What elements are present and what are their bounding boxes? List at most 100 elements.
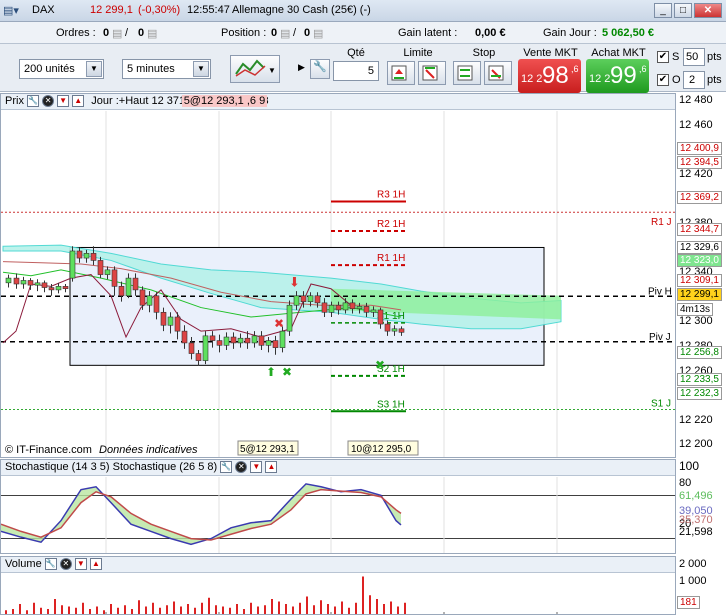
orders-icon-2[interactable]: ▤ bbox=[147, 27, 157, 40]
maximize-button[interactable]: □ bbox=[674, 3, 692, 18]
chart-type-button[interactable]: ▼ bbox=[230, 55, 280, 83]
stochastic-panel[interactable]: Stochastique (14 3 5) Stochastique (26 5… bbox=[0, 459, 676, 554]
interval-select[interactable]: 5 minutes ▼ bbox=[122, 59, 211, 79]
candle-body bbox=[139, 289, 146, 306]
candle-body bbox=[5, 277, 12, 284]
stop-label: Stop bbox=[472, 47, 496, 59]
volume-bar bbox=[348, 607, 350, 614]
volume-bar bbox=[124, 605, 126, 614]
price-chart-canvas[interactable]: R3 1HR2 1HR1 1HS1 1HS2 1HS3 1HR1 JPiv HP… bbox=[1, 111, 675, 457]
candle-body bbox=[27, 280, 34, 286]
buy-price-main: 99 bbox=[610, 62, 637, 89]
minimize-button[interactable]: _ bbox=[654, 3, 672, 18]
chevron-down-icon: ▼ bbox=[86, 61, 102, 77]
volume-bar bbox=[264, 605, 266, 614]
wrench-icon[interactable]: 🔧 bbox=[44, 558, 57, 571]
candle-body bbox=[272, 340, 279, 348]
candle-body bbox=[104, 269, 111, 275]
price-tick: 12 200 bbox=[679, 438, 713, 451]
price-tick: 12 480 bbox=[679, 94, 713, 106]
volume-bar bbox=[19, 604, 21, 614]
chart-footer: © IT-Finance.com Données indicatives bbox=[5, 444, 197, 456]
wrench-icon[interactable]: 🔧 bbox=[27, 95, 40, 108]
stoch-k-line bbox=[1, 483, 402, 546]
volume-tick: 2 000 bbox=[679, 558, 707, 570]
volume-bar bbox=[292, 606, 294, 614]
volume-tick: 1 000 bbox=[679, 575, 707, 587]
chart-type-icon: ▼ bbox=[235, 59, 276, 77]
trading-toolbar: 200 unités ▼ 5 minutes ▼ ▼ ▶ 🔧 Qté 5 Limit… bbox=[0, 44, 726, 93]
candle-body bbox=[293, 295, 300, 306]
volume-bar bbox=[33, 602, 35, 614]
volume-bar bbox=[194, 607, 196, 614]
orders-icon[interactable]: ▤ bbox=[112, 27, 122, 40]
buy-label: Achat MKT bbox=[591, 47, 646, 59]
candle-body bbox=[223, 336, 230, 346]
orders-value: 0 bbox=[103, 27, 110, 39]
volume-bar bbox=[404, 602, 406, 614]
sell-price-main: 98 bbox=[542, 62, 569, 89]
candle-body bbox=[356, 306, 363, 310]
volume-bar bbox=[306, 596, 308, 614]
offset-pts-label: pts bbox=[707, 74, 722, 86]
volume-bar bbox=[257, 606, 259, 614]
candle-body bbox=[209, 335, 216, 341]
candle-body bbox=[342, 302, 349, 311]
stop-checkbox[interactable]: ✔ bbox=[657, 51, 669, 63]
buy-price-prefix: 12 2 bbox=[589, 73, 611, 85]
price-chart-legend-overlay: 5@12 293,1 ,6 9 bbox=[181, 95, 268, 107]
limit-buy-button[interactable] bbox=[387, 61, 415, 85]
stop-buy-button[interactable] bbox=[453, 61, 481, 85]
wrench-icon[interactable]: 🔧 bbox=[220, 461, 233, 474]
stoch-tick: 80 bbox=[679, 477, 692, 489]
move-up-icon[interactable]: ▲ bbox=[265, 461, 278, 474]
candle-body bbox=[363, 306, 370, 313]
move-up-icon[interactable]: ▲ bbox=[89, 558, 102, 571]
move-down-icon[interactable]: ▼ bbox=[74, 558, 87, 571]
volume-bar bbox=[110, 604, 112, 614]
limit-label: Limite bbox=[403, 47, 433, 59]
offset-input[interactable]: 2 bbox=[683, 71, 705, 89]
close-icon[interactable]: ✕ bbox=[42, 95, 55, 108]
volume-bar bbox=[89, 609, 91, 614]
volume-panel[interactable]: Volume 🔧 ✕ ▼ ▲ bbox=[0, 556, 676, 615]
r1-day-label: R1 J bbox=[651, 217, 672, 228]
stop-sell-button[interactable] bbox=[484, 61, 512, 85]
move-up-icon[interactable]: ▲ bbox=[72, 95, 85, 108]
settings-button[interactable]: 🔧 bbox=[310, 59, 330, 79]
volume-bar bbox=[215, 605, 217, 614]
stop-sell-icon bbox=[488, 65, 504, 81]
close-icon[interactable]: ✕ bbox=[59, 558, 72, 571]
position-icon[interactable]: ▤ bbox=[280, 27, 290, 40]
move-down-icon[interactable]: ▼ bbox=[57, 95, 70, 108]
candle-body bbox=[258, 335, 265, 346]
volume-bar bbox=[313, 605, 315, 614]
offset-checkbox[interactable]: ✔ bbox=[657, 74, 669, 86]
close-icon[interactable]: ✕ bbox=[235, 461, 248, 474]
candle-body bbox=[398, 328, 405, 333]
buy-mkt-button[interactable]: 12 2 99 ,6 bbox=[586, 59, 649, 93]
menu-icon[interactable]: ▤▾ bbox=[3, 4, 19, 17]
qty-input[interactable]: 5 bbox=[333, 61, 379, 81]
price-axis-label: 12 344,7 bbox=[677, 223, 722, 236]
candle-body bbox=[34, 282, 41, 286]
info-bar: Ordres : 0 ▤ / 0 ▤ Position : 0 ▤ / 0 ▤ … bbox=[0, 22, 726, 44]
volume-bar bbox=[250, 602, 252, 614]
limit-sell-button[interactable] bbox=[418, 61, 446, 85]
expand-arrow-icon[interactable]: ▶ bbox=[298, 62, 305, 73]
instrument-price: 12 299,1 bbox=[90, 4, 133, 16]
order-tag-label: 5@12 293,1 bbox=[240, 444, 295, 455]
volume-bar bbox=[166, 605, 168, 614]
orders-value-2: 0 bbox=[138, 27, 145, 39]
move-down-icon[interactable]: ▼ bbox=[250, 461, 263, 474]
title-bar: ▤▾ DAX 12 299,1 (-0,30%) 12:55:47 Allema… bbox=[0, 0, 726, 22]
interval-value: 5 minutes bbox=[127, 63, 175, 75]
price-tick: 12 220 bbox=[679, 413, 713, 426]
price-chart-panel[interactable]: Prix 🔧 ✕ ▼ ▲ Jour :+Haut 12 371,2 +Bas 1… bbox=[0, 93, 676, 458]
candle-body bbox=[328, 304, 335, 313]
units-select[interactable]: 200 unités ▼ bbox=[19, 59, 104, 79]
close-button[interactable]: ✕ bbox=[694, 3, 722, 18]
position-icon-2[interactable]: ▤ bbox=[313, 27, 323, 40]
stop-distance-input[interactable]: 50 bbox=[683, 48, 705, 66]
sell-mkt-button[interactable]: 12 2 98 ,6 bbox=[518, 59, 581, 93]
